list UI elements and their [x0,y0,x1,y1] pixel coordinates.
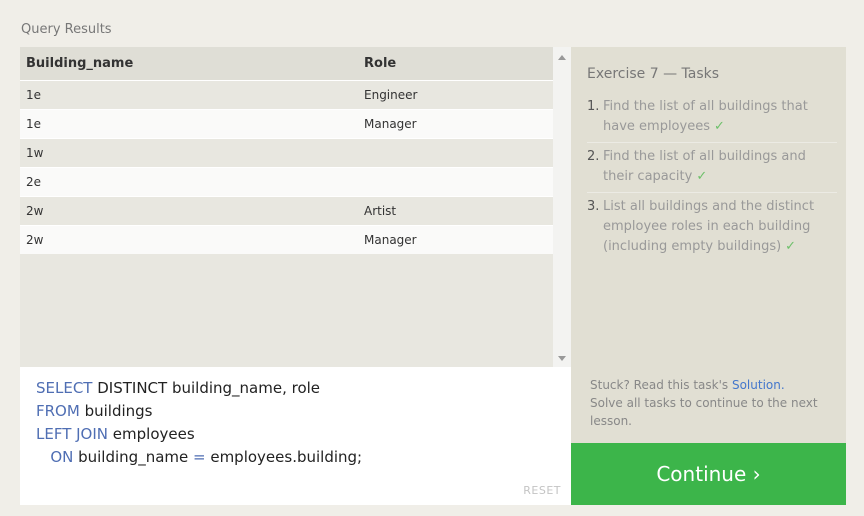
task-item: 2. Find the list of all buildings and th… [587,147,837,193]
task-number: 1. [587,99,600,114]
sql-code[interactable]: SELECT DISTINCT building_name, role FROM… [36,377,362,469]
tasks-panel: Exercise 7 — Tasks 1. Find the list of a… [571,47,846,443]
column-header-role: Role [358,47,553,80]
sql-text: DISTINCT building_name, role [92,379,321,397]
task-list: 1. Find the list of all buildings that h… [587,97,837,266]
scroll-down-arrow-icon[interactable] [558,356,566,361]
sql-text: building_name [73,448,193,466]
table-cell: Manager [358,224,553,254]
table-row: 1e Manager [20,108,553,138]
table-header-row: Building_name Role [20,47,553,80]
task-text-wrapper: Find the list of all buildings and their… [603,147,837,187]
table-cell: Manager [358,108,553,138]
stuck-prefix: Stuck? Read this task's [590,378,732,392]
sql-keyword: FROM [36,402,80,420]
table-cell: 2e [20,166,358,196]
task-text: Find the list of all buildings that have… [603,99,808,134]
solution-link[interactable]: Solution. [732,378,785,392]
exercise-title: Exercise 7 — Tasks [587,66,720,82]
scroll-up-arrow-icon[interactable] [558,55,566,60]
table-cell [358,166,553,196]
sql-operator: = [193,448,206,466]
sql-keyword: ON [50,448,74,466]
sql-editor[interactable]: SELECT DISTINCT building_name, role FROM… [20,367,571,505]
code-line: FROM buildings [36,400,362,423]
checkmark-icon: ✓ [713,119,725,134]
task-text: List all buildings and the distinct empl… [603,199,815,254]
table-cell [358,137,553,167]
results-table: Building_name Role 1e Engineer 1e Manage… [20,47,553,254]
table-cell: Artist [358,195,553,225]
table-cell: 2w [20,224,358,254]
checkmark-icon: ✓ [696,169,708,184]
table-row: 2e [20,166,553,196]
results-table-container[interactable]: Building_name Role 1e Engineer 1e Manage… [20,47,571,367]
table-row: 2w Artist [20,195,553,225]
sql-keyword: LEFT JOIN [36,425,109,443]
sql-keyword: SELECT [36,379,93,397]
continue-button[interactable]: Continue › [571,443,846,505]
table-row: 2w Manager [20,224,553,254]
table-row: 1e Engineer [20,79,553,109]
sql-text: employees [108,425,195,443]
sql-text: buildings [79,402,153,420]
table-cell: Engineer [358,79,553,109]
code-line: LEFT JOIN employees [36,423,362,446]
column-header-building-name: Building_name [20,47,358,80]
reset-button[interactable]: RESET [523,484,561,497]
table-cell: 2w [20,195,358,225]
code-line: ON building_name = employees.building; [36,446,362,469]
task-number: 3. [587,199,600,214]
code-line: SELECT DISTINCT building_name, role [36,377,362,400]
checkmark-icon: ✓ [785,239,797,254]
table-row: 1w [20,137,553,167]
task-item: 3. List all buildings and the distinct e… [587,197,837,262]
task-text-wrapper: Find the list of all buildings that have… [603,97,837,137]
sql-text: employees.building; [205,448,363,466]
table-cell: 1e [20,108,358,138]
table-cell: 1e [20,79,358,109]
stuck-help-text: Stuck? Read this task's Solution. Solve … [590,376,830,430]
task-text-wrapper: List all buildings and the distinct empl… [603,197,837,257]
sql-indent [36,448,50,466]
task-number: 2. [587,149,600,164]
table-cell: 1w [20,137,358,167]
stuck-suffix: Solve all tasks to continue to the next … [590,396,818,428]
results-scrollbar[interactable] [553,47,571,367]
query-results-title: Query Results [21,22,112,37]
task-item: 1. Find the list of all buildings that h… [587,97,837,143]
